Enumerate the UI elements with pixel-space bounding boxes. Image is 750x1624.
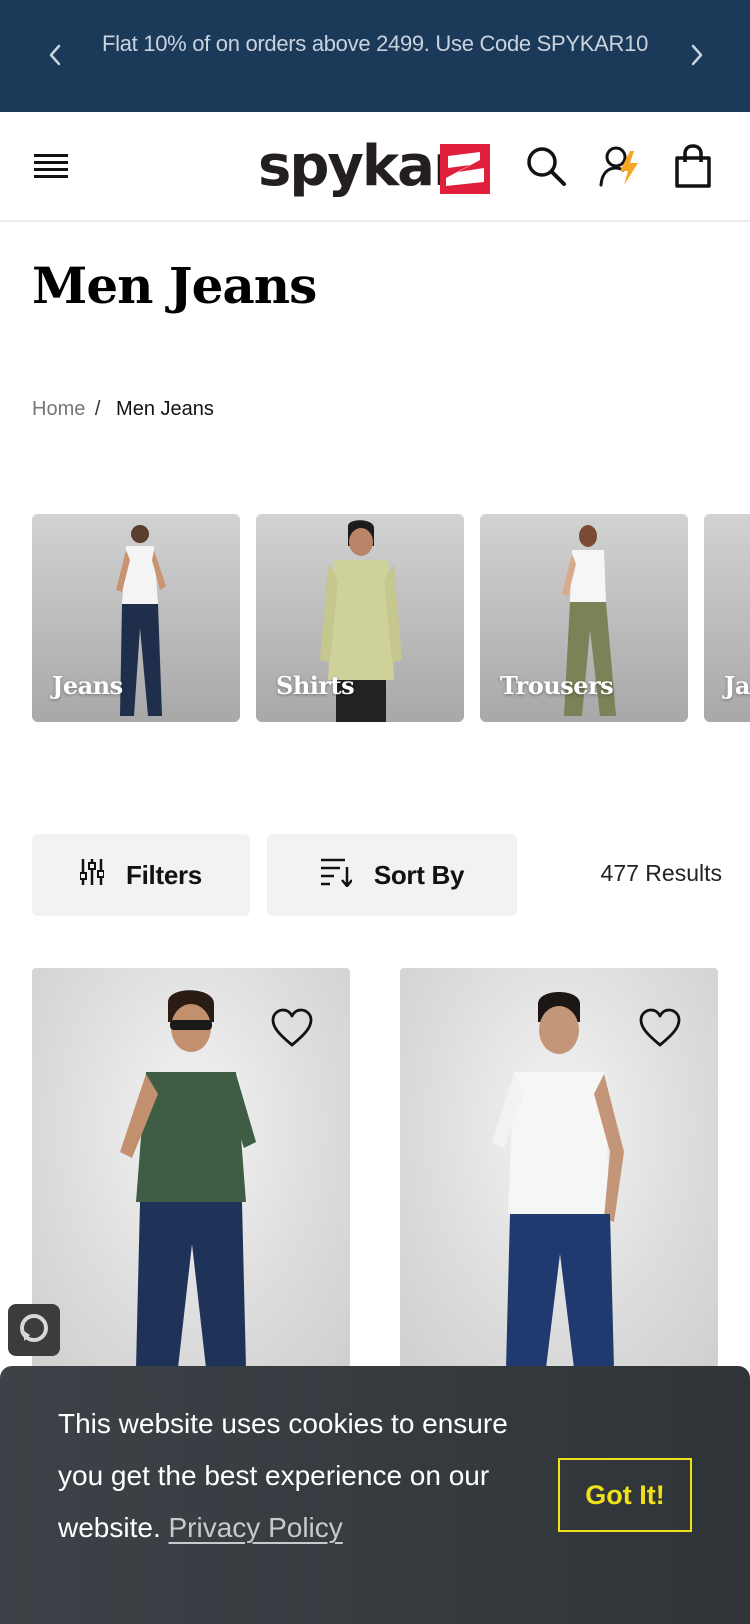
- category-label: Trousers: [500, 671, 614, 700]
- category-label: Jeans: [52, 671, 123, 700]
- chat-bubble-icon: [19, 1313, 49, 1348]
- breadcrumb-home-link[interactable]: Home: [32, 398, 85, 420]
- sort-icon: [320, 857, 353, 894]
- product-image: [492, 992, 624, 1368]
- chevron-right-icon[interactable]: [682, 40, 712, 70]
- account-icon[interactable]: [598, 142, 642, 190]
- heart-icon[interactable]: [270, 1008, 314, 1048]
- category-label: Ja: [724, 671, 750, 700]
- brand-wordmark: spykar: [258, 138, 461, 198]
- category-card-shirts[interactable]: Shirts: [256, 514, 464, 722]
- filters-button[interactable]: Filters: [32, 834, 250, 916]
- privacy-policy-link[interactable]: Privacy Policy: [169, 1512, 343, 1543]
- shopping-bag-icon[interactable]: [671, 142, 715, 190]
- chat-widget-button[interactable]: [8, 1304, 60, 1356]
- cookie-accept-button[interactable]: Got It!: [558, 1458, 692, 1532]
- page-title: Men Jeans: [32, 256, 317, 315]
- chevron-left-icon[interactable]: [40, 40, 70, 70]
- product-grid: [32, 968, 718, 1368]
- category-card-jackets[interactable]: Ja: [704, 514, 750, 722]
- sliders-icon: [79, 857, 106, 894]
- category-card-jeans[interactable]: Jeans: [32, 514, 240, 722]
- listing-controls: Filters Sort By 477 Results: [32, 834, 722, 916]
- results-count: 477 Results: [600, 860, 722, 886]
- breadcrumb-current: Men Jeans: [116, 398, 214, 420]
- hamburger-menu-icon[interactable]: [34, 150, 70, 182]
- heart-icon[interactable]: [638, 1008, 682, 1048]
- category-label: Shirts: [276, 671, 355, 700]
- product-card[interactable]: [400, 968, 718, 1368]
- announcement-text: Flat 10% of on orders above 2499. Use Co…: [101, 31, 649, 56]
- product-card[interactable]: [32, 968, 350, 1368]
- breadcrumb-separator: /: [94, 398, 101, 420]
- cookie-consent-banner: This website uses cookies to ensure you …: [0, 1366, 750, 1624]
- product-image: [120, 990, 256, 1368]
- category-carousel[interactable]: Jeans Shirts Trousers Ja: [32, 514, 750, 722]
- announcement-bar: Flat 10% of on orders above 2499. Use Co…: [0, 0, 750, 112]
- search-icon[interactable]: [524, 142, 568, 190]
- filters-label: Filters: [126, 859, 202, 890]
- category-card-trousers[interactable]: Trousers: [480, 514, 688, 722]
- sort-by-button[interactable]: Sort By: [267, 834, 517, 916]
- cookie-message: This website uses cookies to ensure you …: [58, 1398, 528, 1554]
- breadcrumb: Home / Men Jeans: [32, 398, 214, 421]
- site-header: spykar: [0, 112, 750, 222]
- brand-logo[interactable]: spykar: [258, 134, 492, 199]
- sort-label: Sort By: [373, 859, 465, 890]
